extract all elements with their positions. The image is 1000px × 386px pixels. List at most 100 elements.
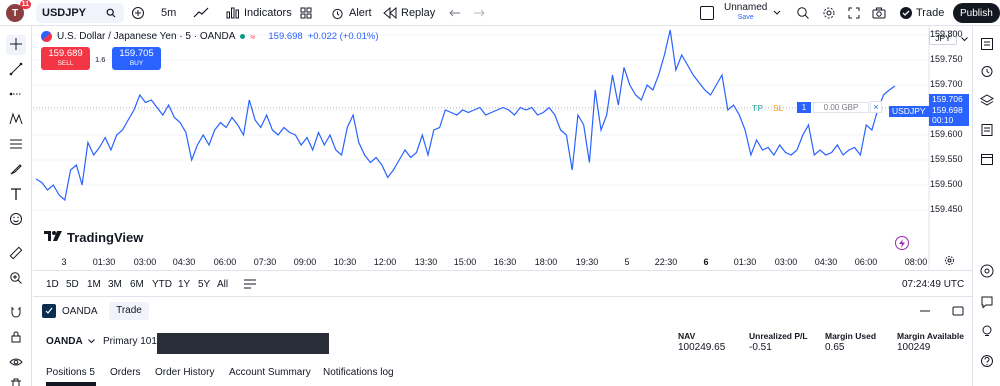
panel-tab[interactable]: Notifications log xyxy=(323,367,394,378)
tab-oanda[interactable]: OANDA xyxy=(42,304,98,318)
text-icon xyxy=(9,187,23,204)
help-button[interactable] xyxy=(978,353,996,371)
smiley-icon xyxy=(9,212,23,229)
alert-button[interactable]: Alert xyxy=(331,0,372,26)
panel-tab[interactable]: Orders xyxy=(110,367,141,378)
emoji-tool[interactable] xyxy=(6,210,26,230)
horizontal-line-tool[interactable] xyxy=(6,85,26,105)
settings-button[interactable] xyxy=(822,0,836,26)
crosshair-tool[interactable] xyxy=(6,35,26,55)
brush-tool[interactable] xyxy=(6,160,26,180)
timeframe-all-button[interactable]: All xyxy=(217,279,228,290)
sell-button[interactable]: 159.689 SELL xyxy=(41,47,90,70)
market-status-dot xyxy=(240,34,246,39)
timeframe-6m-button[interactable]: 6M xyxy=(130,279,144,290)
layout-checkbox[interactable] xyxy=(700,0,714,26)
time-tick-label: 18:00 xyxy=(534,257,558,267)
indicators-button[interactable]: Indicators xyxy=(226,0,292,26)
timeframe-5y-button[interactable]: 5Y xyxy=(198,279,210,290)
hide-drawings-tool[interactable] xyxy=(6,353,26,373)
trendline-tool[interactable] xyxy=(6,60,26,80)
delete-drawings-tool[interactable] xyxy=(6,375,26,386)
trade-button[interactable]: Trade xyxy=(900,0,944,26)
tab-trade[interactable]: Trade xyxy=(109,302,149,320)
price-tick-label: 159.600 xyxy=(930,129,963,139)
symbol-search[interactable]: USDJPY xyxy=(36,3,124,23)
chevron-down-icon xyxy=(87,335,95,347)
ruler-tool[interactable] xyxy=(6,244,26,264)
zoom-tool[interactable] xyxy=(6,269,26,289)
time-tick-label: 03:00 xyxy=(774,257,798,267)
layout-name-button[interactable]: Unnamed Save xyxy=(724,0,767,26)
lock-drawings-tool[interactable] xyxy=(6,328,26,348)
quick-search-button[interactable] xyxy=(796,0,810,26)
add-circle-icon xyxy=(131,6,145,20)
publish-button[interactable]: Publish xyxy=(953,3,1000,23)
flag-icon xyxy=(41,31,52,42)
time-tick-label: 01:30 xyxy=(92,257,116,267)
replay-button[interactable]: Replay xyxy=(383,0,435,26)
redo-button[interactable] xyxy=(473,0,485,26)
buy-price: 159.705 xyxy=(119,48,154,59)
legend-price: 159.698 xyxy=(268,31,303,42)
maximize-panel-button[interactable] xyxy=(952,305,964,320)
search-icon xyxy=(106,8,116,18)
timeframe-1y-button[interactable]: 1Y xyxy=(178,279,190,290)
alert-label: Alert xyxy=(349,7,372,19)
position-qty[interactable]: 1 xyxy=(797,102,811,113)
panel-tab[interactable]: Order History xyxy=(155,367,214,378)
fib-tool[interactable] xyxy=(6,135,26,155)
pattern-tool[interactable] xyxy=(6,110,26,130)
time-tick-label: 22:30 xyxy=(654,257,678,267)
timeframe-1d-button[interactable]: 1D xyxy=(46,279,59,290)
stop-loss-button[interactable]: SL xyxy=(773,103,783,113)
time-tick-label: 6 xyxy=(703,257,709,267)
timeframe-3m-button[interactable]: 3M xyxy=(108,279,122,290)
panel-tab[interactable]: Positions 5 xyxy=(46,367,95,378)
user-avatar[interactable]: T 11 xyxy=(6,0,31,26)
interval-button[interactable]: 5m xyxy=(161,0,176,26)
chart-type-button[interactable] xyxy=(193,0,209,26)
utc-clock[interactable]: 07:24:49 UTC xyxy=(902,279,964,290)
compare-symbol-button[interactable] xyxy=(131,0,145,26)
publish-label: Publish xyxy=(960,7,993,19)
text-tool[interactable] xyxy=(6,185,26,205)
timeframe-ytd-button[interactable]: YTD xyxy=(152,279,172,290)
object-tree-button[interactable] xyxy=(978,92,996,110)
ruler-icon xyxy=(9,246,23,263)
take-profit-button[interactable]: TP xyxy=(752,103,763,113)
bar-countdown-badge: 00:10 xyxy=(929,115,969,126)
lightning-icon[interactable] xyxy=(895,236,909,250)
layout-menu-button[interactable] xyxy=(773,0,781,26)
price-chart[interactable] xyxy=(33,26,971,270)
screenshot-button[interactable] xyxy=(872,0,886,26)
redo-icon xyxy=(473,8,485,18)
undo-button[interactable] xyxy=(449,0,461,26)
minimize-panel-button[interactable] xyxy=(919,306,931,319)
calendar-button[interactable] xyxy=(978,151,996,169)
buy-button[interactable]: 159.705 BUY xyxy=(112,47,161,70)
templates-button[interactable] xyxy=(300,0,312,26)
fullscreen-button[interactable] xyxy=(848,0,860,26)
close-position-button[interactable]: × xyxy=(870,101,882,113)
trendline-icon xyxy=(9,62,23,79)
replay-label: Replay xyxy=(401,7,436,19)
avatar[interactable]: T 11 xyxy=(6,0,31,22)
watchlist-button[interactable] xyxy=(978,36,996,54)
ideas-button[interactable] xyxy=(978,323,996,341)
spread-value: 1.6 xyxy=(95,55,106,64)
scale-settings-button[interactable] xyxy=(944,255,955,269)
timeframe-1m-button[interactable]: 1M xyxy=(87,279,101,290)
buy-label: BUY xyxy=(129,60,144,67)
panel-tab[interactable]: Account Summary xyxy=(229,367,311,378)
account-broker-selector[interactable]: OANDA xyxy=(46,335,95,347)
news-button[interactable] xyxy=(978,122,996,140)
chat-button[interactable] xyxy=(978,294,996,312)
magnet-tool[interactable] xyxy=(6,303,26,323)
timeframe-5d-button[interactable]: 5D xyxy=(66,279,79,290)
signals-button[interactable] xyxy=(978,263,996,281)
widget-sidebar xyxy=(972,26,1000,386)
goto-date-button[interactable] xyxy=(243,277,257,292)
alerts-panel-button[interactable] xyxy=(978,63,996,81)
grid-icon xyxy=(300,7,312,19)
